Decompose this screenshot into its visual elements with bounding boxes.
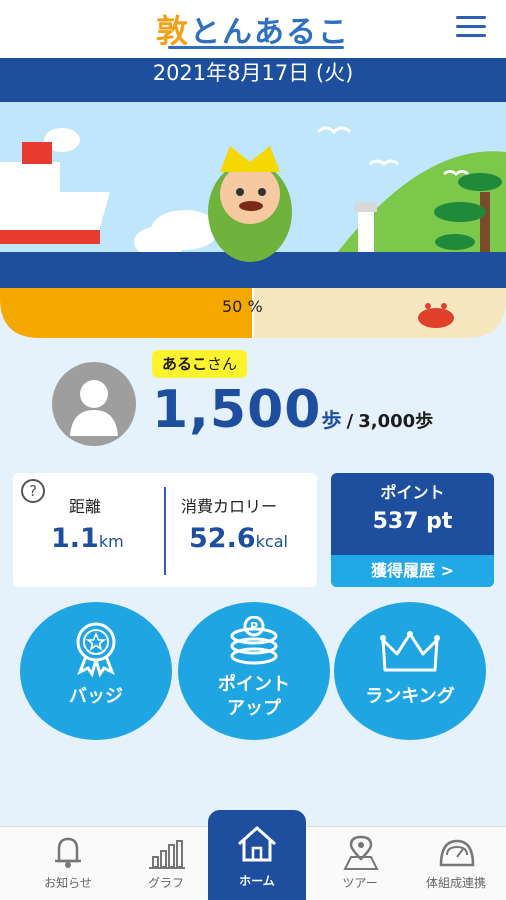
tab-tour-label: ツアー [342,876,378,890]
date-display: 2021年8月17日 (火) [0,58,506,102]
ranking-button[interactable]: ランキング [334,602,486,740]
app-header: 敦とんあるこ [0,0,506,58]
tab-tour[interactable]: ツアー [310,827,410,900]
tab-notifications-label: お知らせ [44,876,92,890]
badge-button[interactable]: バッジ [20,602,172,740]
tab-graph[interactable]: グラフ [116,827,216,900]
tab-home-label: ホーム [239,874,275,888]
calorie-value-wrap: 52.6kcal [189,523,288,554]
stats-divider [164,487,166,575]
bell-icon [55,837,81,868]
activity-stats-card: ? 距離 1.1km 消費カロリー 52.6kcal [13,473,317,587]
distance-label: 距離 [69,497,102,516]
distance-value-wrap: 1.1km [51,523,124,554]
points-card: ポイント 537 pt 獲得履歴 > [331,473,494,587]
step-separator: / [346,411,354,432]
tab-graph-label: グラフ [147,876,184,890]
tab-notifications[interactable]: お知らせ [18,827,118,900]
svg-text:P: P [250,620,258,633]
point-up-label-line2: アップ [227,698,281,719]
points-title: ポイント [380,483,445,502]
points-value: 537 pt [372,509,453,534]
scale-gauge-icon [439,839,475,867]
step-counter: 1,500歩 / 3,000歩 [152,380,433,450]
avatar[interactable] [52,362,136,446]
tab-body-composition[interactable]: 体組成連携 [406,827,506,900]
calorie-unit: kcal [255,532,288,551]
crown-icon [380,631,440,672]
user-name-suffix: さん [207,355,238,373]
ranking-label: ランキング [365,686,455,707]
tab-home[interactable]: ホーム [208,810,306,900]
home-icon [238,826,276,862]
step-count: 1,500 [152,380,322,440]
bar-graph-icon [149,840,185,869]
calorie-value: 52.6 [189,523,256,554]
badge-medal-icon [76,622,116,678]
points-history-link[interactable]: 獲得履歴 > [331,555,494,587]
coins-icon: P [230,616,278,665]
progress-fill [0,288,253,338]
logo-kana: とんあるこ [190,15,350,50]
distance-unit: km [98,532,124,551]
tab-body-composition-label: 体組成連携 [425,876,486,890]
calorie-label: 消費カロリー [181,497,278,516]
progress-percent: 50 % [222,297,263,316]
user-name: あるこ [162,355,208,373]
map-pin-icon [343,835,379,870]
point-up-label-line1: ポイント [218,674,290,695]
step-unit: 歩 [321,408,342,432]
distance-value: 1.1 [51,523,99,554]
logo-underline [168,46,344,49]
point-up-button[interactable]: P ポイント アップ [178,602,330,740]
help-icon[interactable]: ? [21,479,45,503]
logo-kanji: 敦 [155,12,190,50]
badge-label: バッジ [69,686,123,707]
user-name-badge: あるこさん [152,350,248,378]
hamburger-menu-icon[interactable] [456,16,486,38]
step-goal: 3,000歩 [358,411,434,432]
user-silhouette-icon [70,380,118,436]
